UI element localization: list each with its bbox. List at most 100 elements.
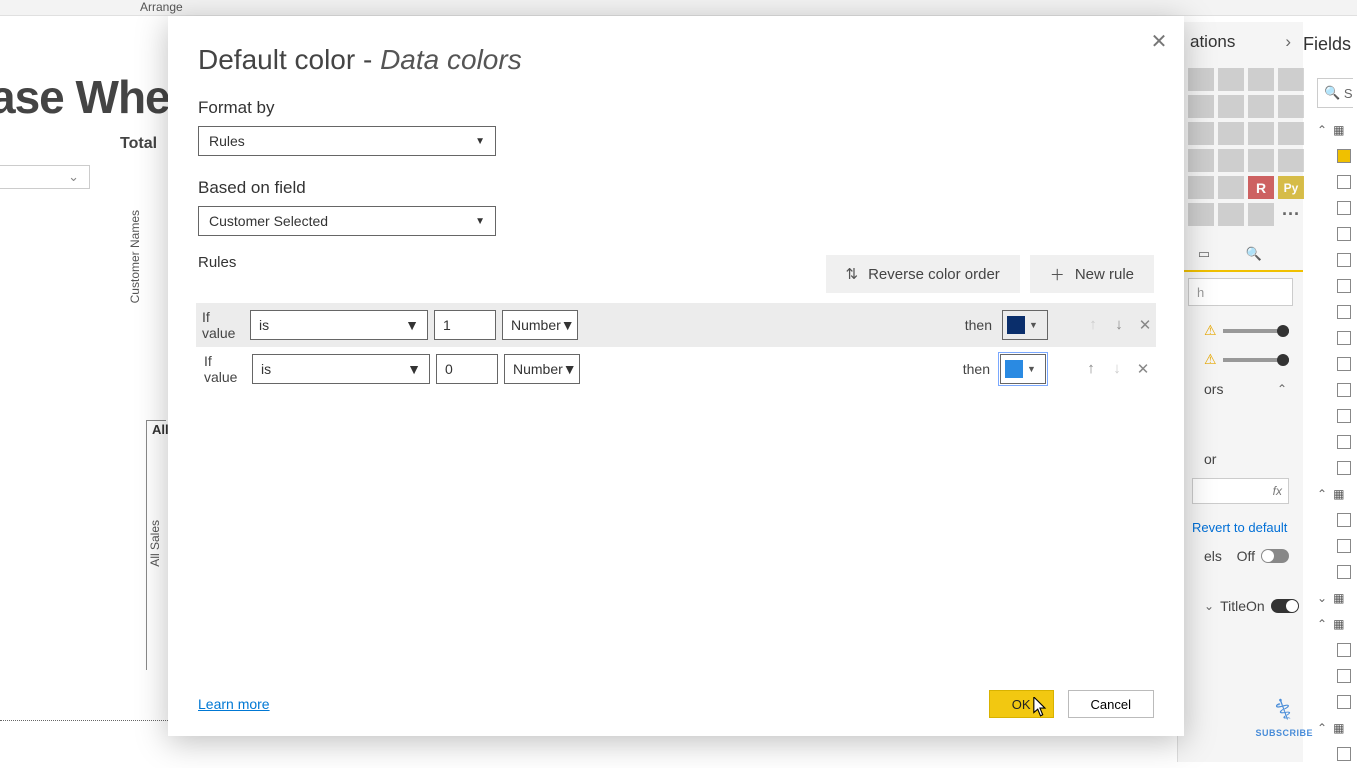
viz-icon[interactable] xyxy=(1218,122,1244,145)
viz-icon[interactable] xyxy=(1188,149,1214,172)
viz-icon[interactable] xyxy=(1188,68,1214,91)
format-item-labels[interactable]: els Off xyxy=(1178,541,1303,571)
cancel-button[interactable]: Cancel xyxy=(1068,690,1154,718)
chevron-right-icon[interactable]: › xyxy=(1285,32,1291,52)
viz-icon[interactable] xyxy=(1218,203,1244,226)
viz-icon[interactable] xyxy=(1248,122,1274,145)
field-checkbox[interactable] xyxy=(1337,357,1351,371)
field-checkbox[interactable] xyxy=(1337,409,1351,423)
delete-rule-icon[interactable]: ✕ xyxy=(1134,360,1152,378)
rule-color-dropdown[interactable]: ▼ xyxy=(1000,354,1046,384)
rule-operator-dropdown[interactable]: is▼ xyxy=(250,310,428,340)
format-tab-fields[interactable]: ▭ xyxy=(1190,240,1218,268)
field-checkbox[interactable] xyxy=(1337,175,1351,189)
close-button[interactable]: ✕ xyxy=(1148,30,1170,52)
field-checkbox[interactable] xyxy=(1337,201,1351,215)
field-checkbox[interactable] xyxy=(1337,227,1351,241)
table-icon: ▦ xyxy=(1333,721,1351,735)
field-checkbox[interactable] xyxy=(1337,305,1351,319)
viz-icon[interactable] xyxy=(1218,68,1244,91)
caret-down-icon: ▼ xyxy=(405,317,419,333)
viz-icon[interactable] xyxy=(1278,68,1304,91)
labels-state: Off xyxy=(1237,548,1255,564)
search-icon: 🔍 xyxy=(1324,85,1340,101)
delete-rule-icon[interactable]: ✕ xyxy=(1136,316,1154,334)
viz-icon[interactable] xyxy=(1278,149,1304,172)
field-checkbox[interactable] xyxy=(1337,643,1351,657)
rule-color-dropdown[interactable]: ▼ xyxy=(1002,310,1048,340)
table-icon: ▦ xyxy=(1333,617,1351,631)
field-checkbox[interactable] xyxy=(1337,565,1351,579)
viz-icon[interactable] xyxy=(1248,149,1274,172)
viz-icon-r[interactable]: R xyxy=(1248,176,1274,199)
fx-button[interactable]: fx xyxy=(1192,478,1289,504)
reverse-color-order-button[interactable]: ⇅ Reverse color order xyxy=(826,255,1020,293)
rule-value-input[interactable] xyxy=(436,354,498,384)
based-on-field-dropdown[interactable]: Customer Selected▼ xyxy=(198,206,496,236)
viz-icon-py[interactable]: Py xyxy=(1278,176,1304,199)
new-rule-button[interactable]: ＋ New rule xyxy=(1030,255,1154,293)
learn-more-link[interactable]: Learn more xyxy=(198,696,270,712)
chevron-up-icon[interactable]: ⌃ xyxy=(1317,617,1327,631)
viz-icon[interactable] xyxy=(1188,95,1214,118)
viz-icon[interactable] xyxy=(1218,149,1244,172)
viz-more-icon[interactable]: ··· xyxy=(1278,203,1304,226)
rule-value-input[interactable] xyxy=(434,310,496,340)
format-tab-analytics[interactable]: 🔍 xyxy=(1240,240,1268,268)
field-checkbox[interactable] xyxy=(1337,383,1351,397)
viz-icon[interactable] xyxy=(1278,95,1304,118)
warning-icon: ⚠ xyxy=(1204,322,1217,339)
field-checkbox[interactable] xyxy=(1337,747,1351,761)
format-search[interactable]: h xyxy=(1188,278,1293,306)
fields-search[interactable]: 🔍 S xyxy=(1317,78,1353,108)
format-by-dropdown[interactable]: Rules▼ xyxy=(198,126,496,156)
caret-down-icon: ▼ xyxy=(407,361,421,377)
selection-edge xyxy=(0,720,170,721)
move-down-icon[interactable]: ↓ xyxy=(1110,316,1128,334)
format-slider-2[interactable]: ⚠ xyxy=(1178,345,1303,374)
field-checkbox[interactable] xyxy=(1337,253,1351,267)
format-slider-1[interactable]: ⚠ xyxy=(1178,316,1303,345)
rule-type-dropdown[interactable]: Number▼ xyxy=(504,354,580,384)
format-item-title[interactable]: ⌄ Title On xyxy=(1178,591,1303,621)
format-item-colors[interactable]: ors⌃ xyxy=(1178,374,1303,404)
viz-icon[interactable] xyxy=(1248,95,1274,118)
viz-icon[interactable] xyxy=(1188,122,1214,145)
chevron-down-icon[interactable]: ⌄ xyxy=(1317,591,1327,605)
viz-icon[interactable] xyxy=(1248,68,1274,91)
viz-type-grid: R Py ··· xyxy=(1178,62,1303,232)
move-up-icon[interactable]: ↑ xyxy=(1082,360,1100,378)
field-checkbox[interactable] xyxy=(1337,513,1351,527)
field-checkbox[interactable] xyxy=(1337,279,1351,293)
dialog-title: Default color - Data colors xyxy=(198,44,1154,76)
slicer-collapse[interactable]: ⌄ xyxy=(0,165,90,189)
rule-operator-dropdown[interactable]: is▼ xyxy=(252,354,430,384)
field-checkbox[interactable] xyxy=(1337,695,1351,709)
field-checkbox[interactable] xyxy=(1337,461,1351,475)
field-checkbox[interactable] xyxy=(1337,149,1351,163)
revert-to-default-link[interactable]: Revert to default xyxy=(1178,514,1303,541)
subscribe-watermark: ⚕ SUBSCRIBE xyxy=(1255,693,1313,738)
visualizations-panel: ations › R Py ··· ▭ 🔍 h ⚠ ⚠ ors⌃ xyxy=(1177,22,1303,762)
rule-type-dropdown[interactable]: Number▼ xyxy=(502,310,578,340)
ribbon-label-arrange: Arrange xyxy=(140,0,183,14)
field-checkbox[interactable] xyxy=(1337,669,1351,683)
viz-icon[interactable] xyxy=(1218,176,1244,199)
page-title-fragment: ase Wher xyxy=(0,70,187,124)
viz-icon[interactable] xyxy=(1218,95,1244,118)
labels-toggle[interactable] xyxy=(1261,549,1289,563)
viz-icon[interactable] xyxy=(1248,203,1274,226)
viz-icon[interactable] xyxy=(1188,176,1214,199)
chevron-up-icon[interactable]: ⌃ xyxy=(1317,487,1327,501)
format-item-color[interactable]: or xyxy=(1178,444,1303,474)
field-checkbox[interactable] xyxy=(1337,331,1351,345)
chevron-up-icon[interactable]: ⌃ xyxy=(1317,721,1327,735)
chevron-down-icon: ⌄ xyxy=(68,169,79,185)
viz-icon[interactable] xyxy=(1188,203,1214,226)
title-toggle[interactable] xyxy=(1271,599,1299,613)
field-checkbox[interactable] xyxy=(1337,435,1351,449)
viz-icon[interactable] xyxy=(1278,122,1304,145)
axis-label-customer: Customer Names xyxy=(128,210,142,303)
chevron-up-icon[interactable]: ⌃ xyxy=(1317,123,1327,137)
field-checkbox[interactable] xyxy=(1337,539,1351,553)
